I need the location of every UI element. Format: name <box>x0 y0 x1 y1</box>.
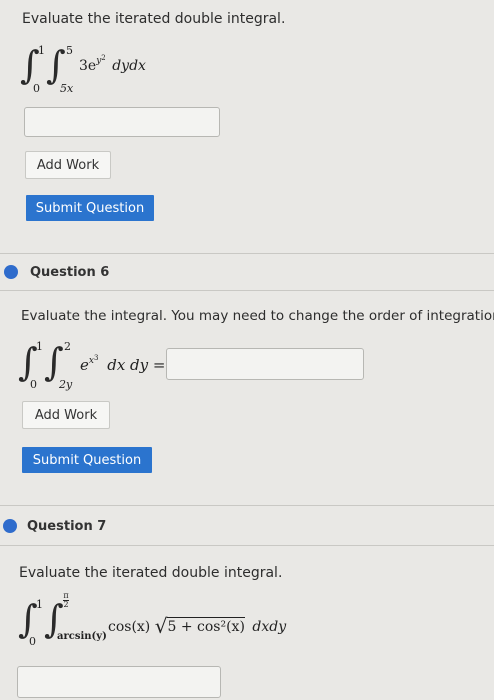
q7-outer-upper-limit: 1 <box>36 598 43 611</box>
q7-inner-upper-limit: π 2 <box>63 592 69 609</box>
q6-integrand: ex3 dx dy = <box>80 354 166 374</box>
section-divider <box>0 505 494 506</box>
q7-title: Question 7 <box>27 519 107 534</box>
section-divider <box>0 290 494 291</box>
q6-status-dot <box>4 265 18 279</box>
q5-outer-upper-limit: 1 <box>38 44 45 57</box>
q5-inner-lower-limit: 5x <box>60 82 74 95</box>
q7-radicand: 5 + cos²(x) <box>167 617 245 635</box>
q5-add-work-button[interactable]: Add Work <box>25 151 111 179</box>
q7-answer-field[interactable] <box>17 666 221 698</box>
q5-inner-integral-sign: ∫ <box>46 43 66 87</box>
q5-integrand-base: 3e <box>79 58 97 74</box>
q5-submit-question-button[interactable]: Submit Question <box>26 195 154 221</box>
q6-integrand-base: e <box>80 356 89 374</box>
q7-outer-lower-limit: 0 <box>29 635 36 648</box>
q6-add-work-button[interactable]: Add Work <box>22 401 110 429</box>
q6-inner-integral-sign: ∫ <box>44 340 64 384</box>
q6-title: Question 6 <box>30 265 110 280</box>
q6-exponent-power: 3 <box>93 354 99 362</box>
q7-inner-upper-numerator: π <box>63 591 69 600</box>
q6-outer-lower-limit: 0 <box>30 378 37 391</box>
q5-inner-upper-limit: 5 <box>66 44 73 57</box>
q5-outer-lower-limit: 0 <box>33 82 40 95</box>
q7-prompt: Evaluate the iterated double integral. <box>19 565 283 581</box>
q7-differential: dxdy <box>252 619 287 635</box>
section-divider <box>0 253 494 254</box>
q5-integrand: 3ey2 dydx <box>79 54 146 74</box>
q5-differential: dydx <box>112 58 146 74</box>
q6-outer-upper-limit: 1 <box>36 340 43 353</box>
q5-answer-field[interactable] <box>24 107 220 137</box>
q7-status-dot <box>3 519 17 533</box>
q6-outer-integral-sign: ∫ <box>18 340 38 384</box>
q5-prompt: Evaluate the iterated double integral. <box>22 11 286 27</box>
q7-sqrt-symbol: √ <box>154 614 168 638</box>
q6-inner-lower-limit: 2y <box>59 378 73 391</box>
q7-inner-lower-limit: arcsin(y) <box>57 631 107 642</box>
q7-inner-upper-denominator: 2 <box>63 600 69 609</box>
q6-inner-upper-limit: 2 <box>64 340 71 353</box>
q7-outer-integral-sign: ∫ <box>18 597 38 641</box>
q6-differential: dx dy = <box>107 356 166 374</box>
q5-outer-integral-sign: ∫ <box>20 43 40 87</box>
q7-integrand: cos(x) √5 + cos²(x) dxdy <box>108 612 287 638</box>
section-divider <box>0 545 494 546</box>
q6-answer-field[interactable] <box>166 348 364 380</box>
q6-submit-question-button[interactable]: Submit Question <box>22 447 152 473</box>
q7-cos-term: cos(x) <box>108 619 151 635</box>
q6-prompt: Evaluate the integral. You may need to c… <box>21 308 494 324</box>
q5-exponent-power: 2 <box>101 54 106 62</box>
